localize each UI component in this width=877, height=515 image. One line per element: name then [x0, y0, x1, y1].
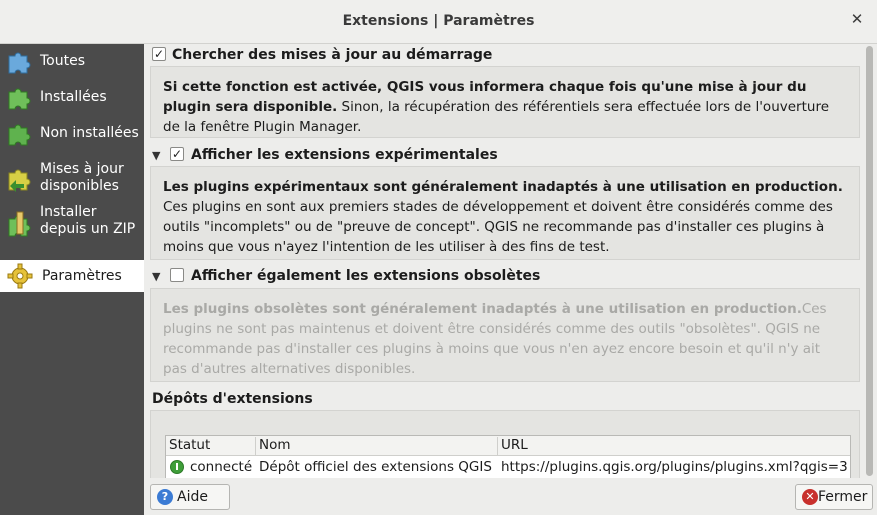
- close-circle-icon: ✕: [802, 489, 818, 505]
- sidebar-item-label: Toutes: [40, 53, 86, 69]
- check-updates-group: ✓ Chercher des mises à jour au démarrage: [152, 45, 852, 65]
- puzzle-installed-icon: [8, 88, 31, 110]
- experimental-description: Les plugins expérimentaux sont généralem…: [150, 166, 860, 260]
- sidebar-item-install-zip[interactable]: Installer depuis un ZIP: [0, 204, 144, 244]
- title-bar: Extensions | Paramètres ✕: [0, 0, 877, 44]
- experimental-group: ▼ ✓ Afficher les extensions expérimental…: [152, 145, 852, 165]
- deprecated-checkbox[interactable]: [170, 268, 184, 282]
- sidebar-item-label-line1: Mises à jour: [40, 161, 124, 177]
- sidebar-item-label-line2: disponibles: [40, 178, 119, 194]
- deprecated-group: ▼ Afficher également les extensions obso…: [152, 266, 852, 286]
- experimental-desc-rest: Ces plugins en sont aux premiers stades …: [163, 199, 833, 255]
- sidebar-item-settings[interactable]: Paramètres: [0, 260, 144, 292]
- scrollbar-thumb[interactable]: [866, 46, 873, 476]
- repo-status: connecté: [190, 459, 253, 475]
- puzzle-upgrade-icon: [8, 169, 31, 192]
- puzzle-not-installed-icon: [8, 124, 31, 146]
- column-header-status[interactable]: Statut: [166, 437, 256, 455]
- deprecated-desc-bold: Les plugins obsolètes sont généralement …: [163, 301, 802, 317]
- experimental-label: Afficher les extensions expérimentales: [191, 147, 498, 163]
- help-button[interactable]: ? Aide: [150, 484, 230, 510]
- sidebar-item-upgradeable[interactable]: Mises à jour disponibles: [0, 158, 144, 198]
- repositories-title: Dépôts d'extensions: [152, 391, 313, 407]
- close-button-label: Fermer: [818, 489, 868, 505]
- settings-scroll-area[interactable]: ✓ Chercher des mises à jour au démarrage…: [144, 44, 862, 478]
- repositories-table[interactable]: Statut Nom URL connecté Dépôt officiel d…: [165, 435, 851, 478]
- repositories-group: Statut Nom URL connecté Dépôt officiel d…: [150, 410, 860, 478]
- check-updates-label: Chercher des mises à jour au démarrage: [172, 47, 493, 63]
- close-button[interactable]: ✕ Fermer: [795, 484, 873, 510]
- help-icon: ?: [157, 489, 173, 505]
- vertical-scrollbar[interactable]: [862, 44, 877, 478]
- collapse-arrow-icon[interactable]: ▼: [152, 267, 160, 287]
- puzzle-zip-icon: [8, 211, 31, 237]
- column-header-name[interactable]: Nom: [256, 437, 498, 455]
- column-header-url[interactable]: URL: [498, 437, 850, 455]
- deprecated-description: Les plugins obsolètes sont généralement …: [150, 288, 860, 382]
- check-updates-checkbox[interactable]: ✓: [152, 47, 166, 61]
- experimental-checkbox[interactable]: ✓: [170, 147, 184, 161]
- sidebar-item-label: Installées: [40, 89, 107, 105]
- close-icon[interactable]: ✕: [849, 11, 865, 27]
- repo-name: Dépôt officiel des extensions QGIS: [259, 459, 492, 475]
- table-header: Statut Nom URL: [166, 436, 850, 456]
- sidebar-item-all[interactable]: Toutes: [0, 46, 144, 76]
- settings-panel: ✓ Chercher des mises à jour au démarrage…: [144, 44, 877, 515]
- connected-status-icon: [170, 460, 184, 474]
- collapse-arrow-icon[interactable]: ▼: [152, 146, 160, 166]
- repo-url: https://plugins.qgis.org/plugins/plugins…: [501, 459, 848, 475]
- table-row[interactable]: connecté Dépôt officiel des extensions Q…: [166, 457, 850, 478]
- deprecated-label: Afficher également les extensions obsolè…: [191, 268, 541, 284]
- check-updates-description: Si cette fonction est activée, QGIS vous…: [150, 66, 860, 138]
- puzzle-all-icon: [8, 52, 31, 74]
- sidebar-item-label-line1: Installer: [40, 204, 97, 220]
- sidebar-item-label: Non installées: [40, 125, 139, 141]
- window-title: Extensions | Paramètres: [342, 13, 535, 29]
- sidebar-item-label-line2: depuis un ZIP: [40, 221, 136, 237]
- gear-icon: [7, 263, 33, 289]
- sidebar-item-label: Paramètres: [42, 268, 122, 284]
- help-button-label: Aide: [177, 489, 208, 505]
- sidebar-item-not-installed[interactable]: Non installées: [0, 118, 144, 148]
- sidebar: Toutes Installées Non installées Mises à…: [0, 44, 144, 515]
- sidebar-item-installed[interactable]: Installées: [0, 82, 144, 112]
- experimental-desc-bold: Les plugins expérimentaux sont généralem…: [163, 179, 843, 195]
